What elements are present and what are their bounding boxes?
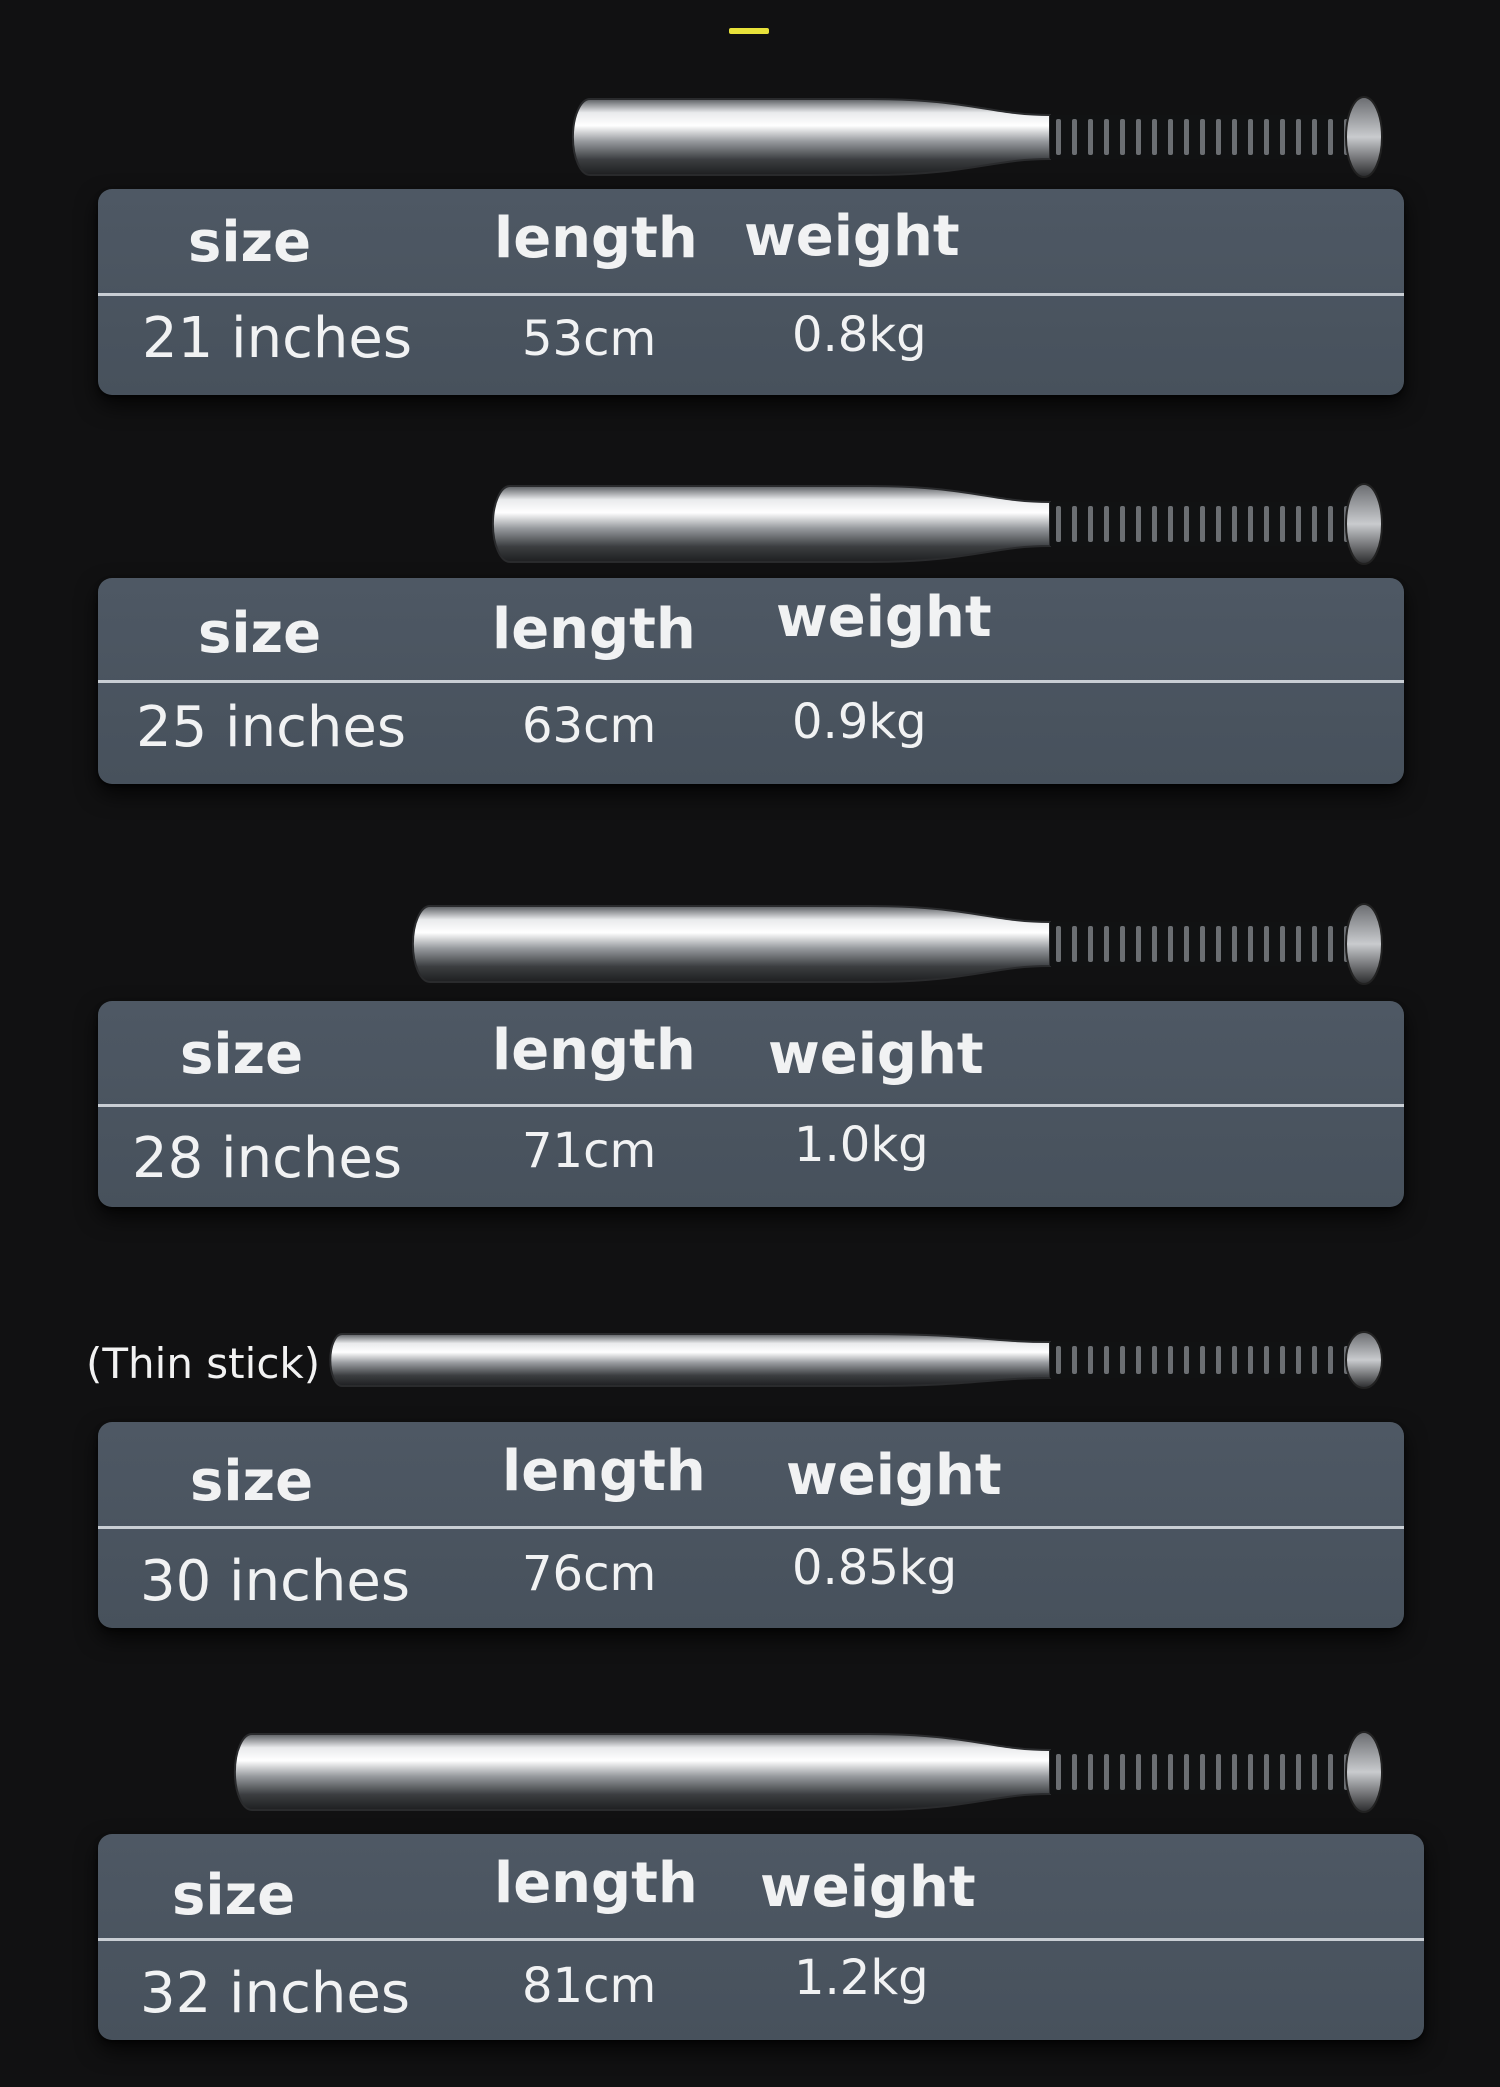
weight-value: 0.9kg (792, 694, 927, 750)
weight-header: weight (786, 1443, 1002, 1508)
size-value: 25 inches (136, 695, 407, 760)
size-card-1: size length weight 21 inches 53cm 0.8kg (98, 189, 1404, 395)
card-divider (98, 1526, 1404, 1529)
card-divider (98, 1104, 1404, 1107)
size-value: 28 inches (132, 1126, 403, 1191)
size-header: size (198, 601, 322, 666)
bat-32-inches-image (214, 1730, 1390, 1814)
weight-header: weight (744, 204, 960, 269)
weight-header: weight (768, 1022, 984, 1087)
size-card-5: size length weight 32 inches 81cm 1.2kg (98, 1834, 1424, 2040)
length-value: 63cm (522, 698, 657, 754)
size-card-4: size length weight 30 inches 76cm 0.85kg (98, 1422, 1404, 1628)
size-value: 30 inches (140, 1549, 411, 1614)
length-header: length (494, 206, 698, 271)
top-accent-mark (729, 28, 769, 34)
length-header: length (502, 1439, 706, 1504)
card-divider (98, 680, 1404, 683)
length-header: length (492, 1018, 696, 1083)
size-header: size (180, 1022, 304, 1087)
card-divider (98, 1938, 1424, 1941)
length-header: length (492, 597, 696, 662)
size-card-3: size length weight 28 inches 71cm 1.0kg (98, 1001, 1404, 1207)
size-header: size (190, 1449, 314, 1514)
weight-value: 0.8kg (792, 307, 927, 363)
length-value: 53cm (522, 311, 657, 367)
weight-header: weight (776, 585, 992, 650)
bat-25-inches-image (472, 482, 1390, 566)
length-header: length (494, 1851, 698, 1916)
card-divider (98, 293, 1404, 296)
thin-stick-label: (Thin stick) (86, 1339, 321, 1388)
length-value: 76cm (522, 1546, 657, 1602)
weight-value: 1.0kg (794, 1117, 929, 1173)
size-header: size (172, 1863, 296, 1928)
weight-value: 1.2kg (794, 1950, 929, 2006)
weight-value: 0.85kg (792, 1540, 958, 1596)
size-header: size (188, 210, 312, 275)
size-card-2: size length weight 25 inches 63cm 0.9kg (98, 578, 1404, 784)
bat-28-inches-image (392, 902, 1390, 986)
size-value: 21 inches (142, 306, 413, 371)
bat-30-inches-thin-image (316, 1318, 1390, 1402)
bat-21-inches-image (552, 95, 1390, 179)
weight-header: weight (760, 1855, 976, 1920)
length-value: 71cm (522, 1123, 657, 1179)
size-value: 32 inches (140, 1961, 411, 2026)
length-value: 81cm (522, 1958, 657, 2014)
